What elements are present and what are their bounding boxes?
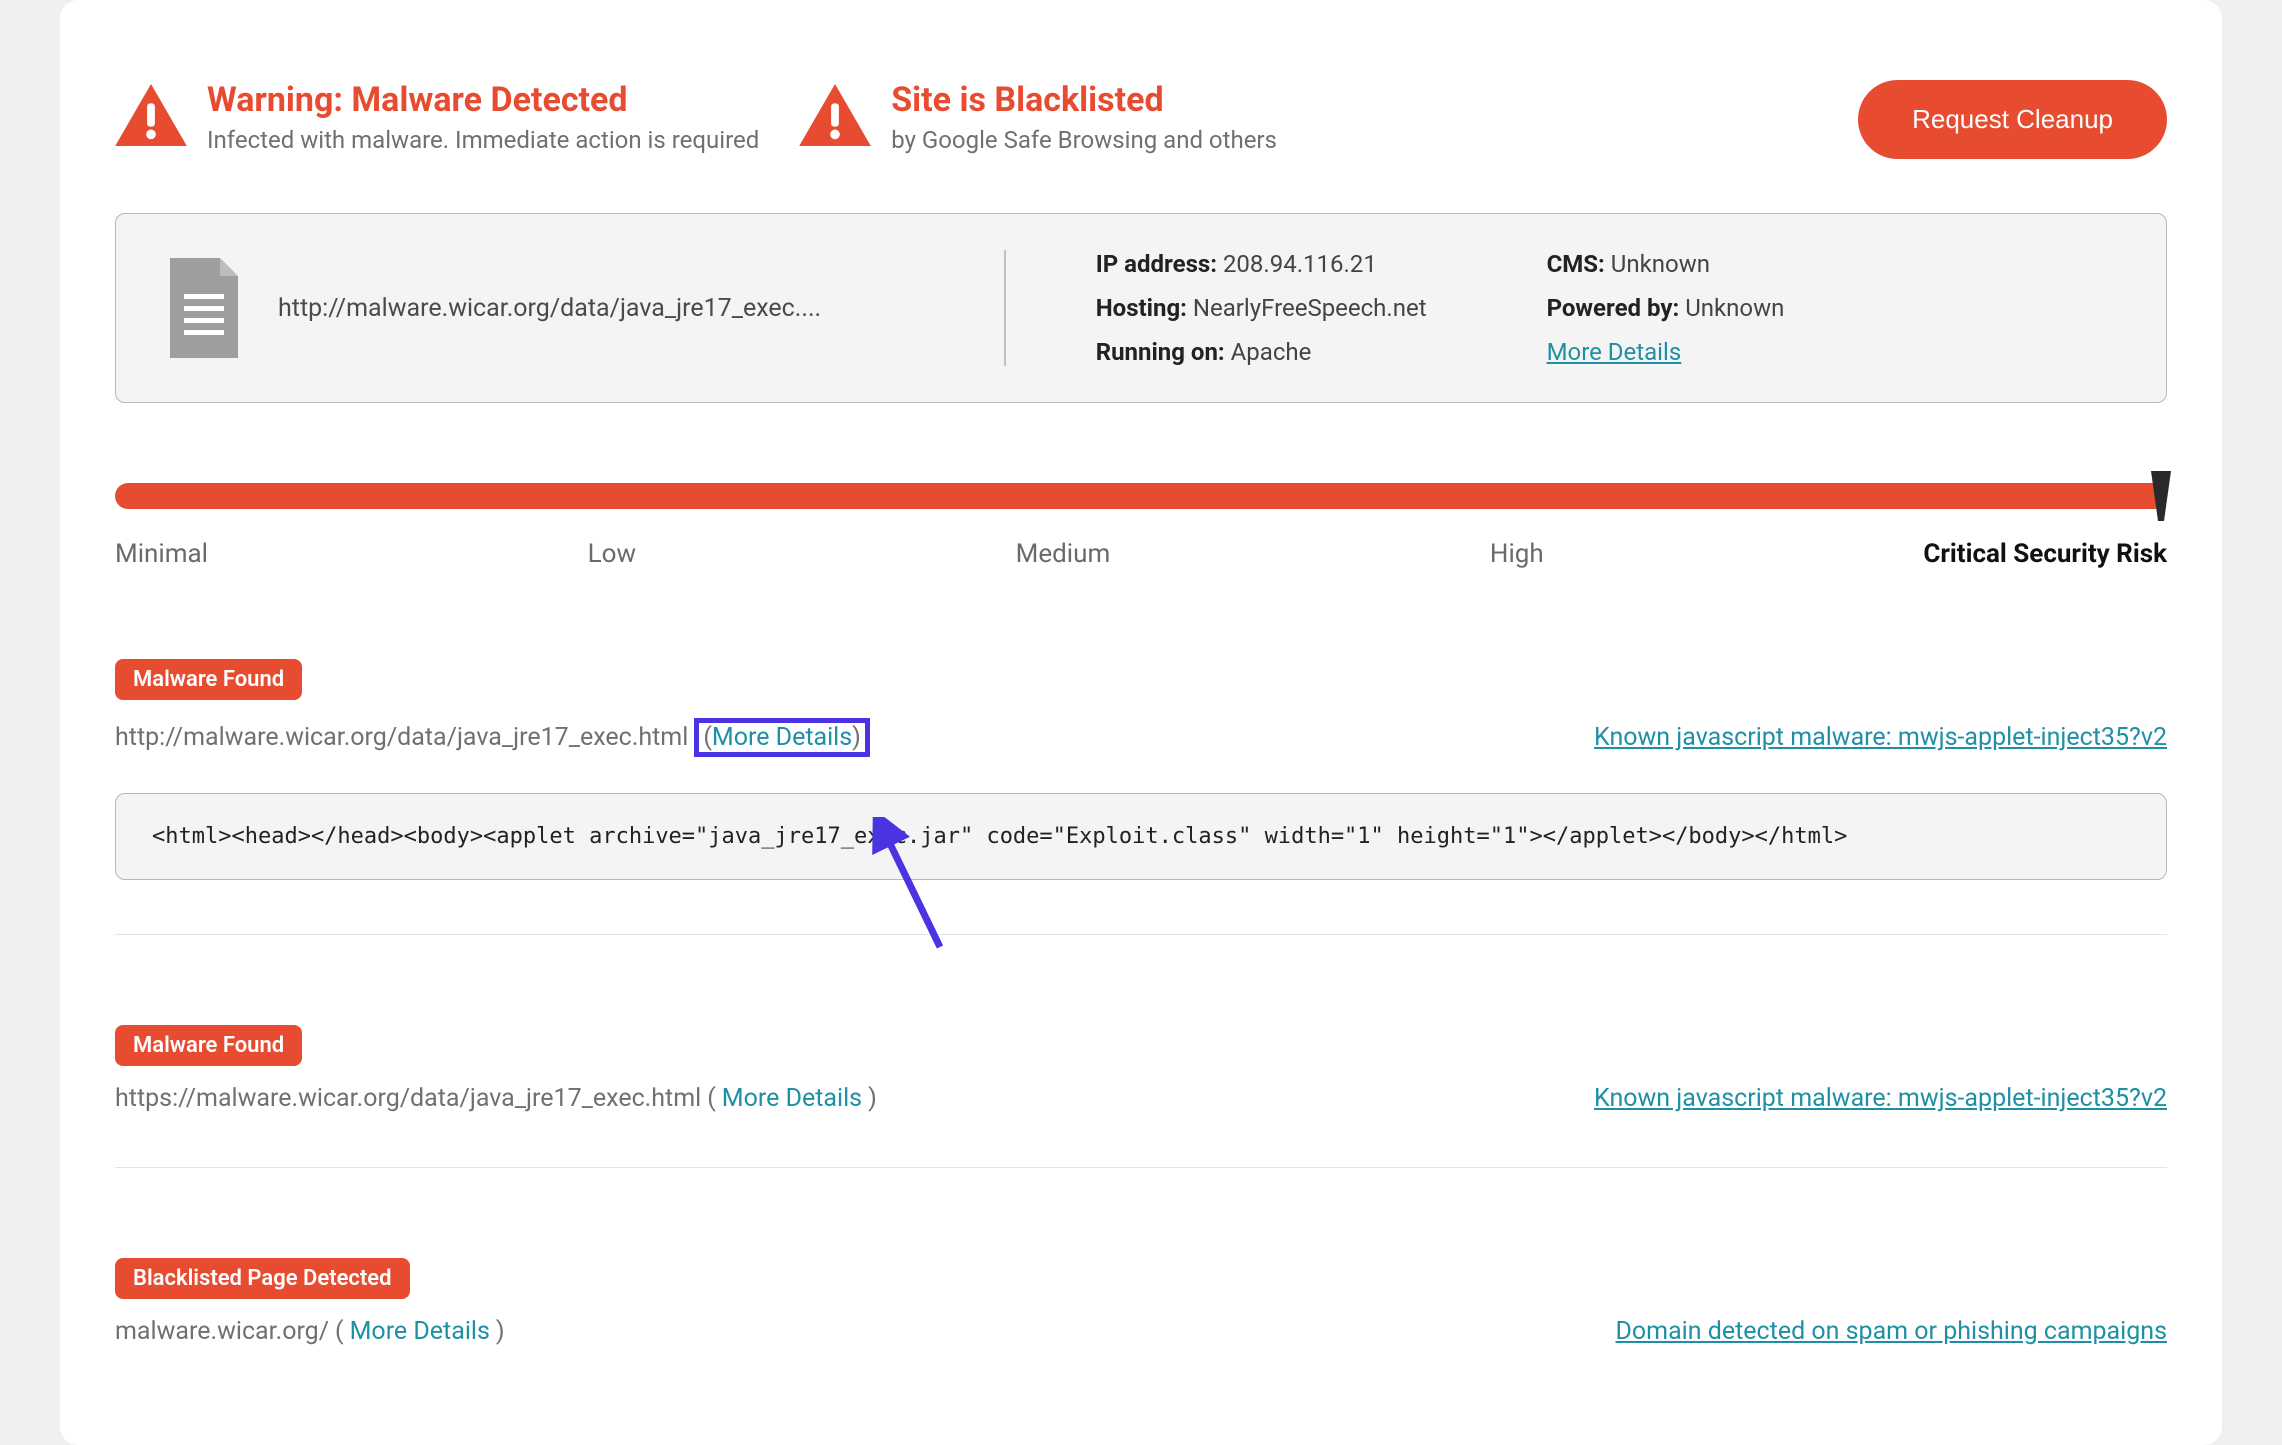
warning-triangle-icon (799, 84, 871, 146)
paren: ( (707, 1084, 716, 1113)
finding-more-details-link[interactable]: More Details (350, 1317, 490, 1346)
risk-level-critical: Critical Security Risk (1923, 539, 2167, 569)
finding-classification-link[interactable]: Known javascript malware: mwjs-applet-in… (1594, 723, 2167, 752)
risk-level-minimal: Minimal (115, 539, 208, 569)
paren: ) (496, 1317, 505, 1346)
kv-cms: CMS: Unknown (1547, 250, 1785, 278)
finding-more-details-link[interactable]: More Details (722, 1084, 862, 1113)
alert-malware-subtitle: Infected with malware. Immediate action … (207, 126, 759, 154)
alert-blacklist: Site is Blacklisted by Google Safe Brows… (799, 80, 1818, 154)
finding-more-details-link[interactable]: More Details (712, 723, 852, 752)
highlight-annotation: (More Details) (694, 718, 870, 757)
paren: ) (868, 1084, 877, 1113)
finding-classification-link[interactable]: Known javascript malware: mwjs-applet-in… (1594, 1084, 2167, 1113)
finding-url: http://malware.wicar.org/data/java_jre17… (115, 723, 688, 752)
kv-ip: IP address: 208.94.116.21 (1096, 250, 1427, 278)
kv-running: Running on: Apache (1096, 338, 1427, 366)
risk-level-medium: Medium (1016, 539, 1111, 569)
request-cleanup-button[interactable]: Request Cleanup (1858, 80, 2167, 159)
finding-classification-link[interactable]: Domain detected on spam or phishing camp… (1615, 1317, 2167, 1346)
document-icon (164, 258, 244, 358)
finding-code-snippet: <html><head></head><body><applet archive… (115, 793, 2167, 880)
risk-level-low: Low (588, 539, 636, 569)
risk-section: Minimal Low Medium High Critical Securit… (115, 483, 2167, 569)
alert-blacklist-title: Site is Blacklisted (891, 80, 1277, 120)
alert-malware: Warning: Malware Detected Infected with … (115, 80, 759, 154)
alert-blacklist-subtitle: by Google Safe Browsing and others (891, 126, 1277, 154)
alert-malware-title: Warning: Malware Detected (207, 80, 759, 120)
risk-bar (115, 483, 2167, 509)
risk-level-high: High (1490, 539, 1544, 569)
risk-marker-icon (2147, 471, 2175, 521)
finding-url: https://malware.wicar.org/data/java_jre1… (115, 1084, 701, 1113)
finding-badge: Malware Found (115, 1025, 302, 1066)
warning-triangle-icon (115, 84, 187, 146)
finding-badge: Blacklisted Page Detected (115, 1258, 410, 1299)
site-more-details-link[interactable]: More Details (1547, 338, 1785, 366)
site-url: http://malware.wicar.org/data/java_jre17… (278, 294, 821, 323)
finding-badge: Malware Found (115, 659, 302, 700)
kv-powered: Powered by: Unknown (1547, 294, 1785, 322)
alerts-header: Warning: Malware Detected Infected with … (115, 80, 2167, 159)
kv-hosting: Hosting: NearlyFreeSpeech.net (1096, 294, 1427, 322)
finding-block: Malware Found https://malware.wicar.org/… (115, 1025, 2167, 1168)
finding-url: malware.wicar.org/ (115, 1317, 329, 1346)
paren: ( (335, 1317, 344, 1346)
site-info-card: http://malware.wicar.org/data/java_jre17… (115, 213, 2167, 403)
finding-block: Blacklisted Page Detected malware.wicar.… (115, 1258, 2167, 1400)
finding-block: Malware Found http://malware.wicar.org/d… (115, 659, 2167, 935)
